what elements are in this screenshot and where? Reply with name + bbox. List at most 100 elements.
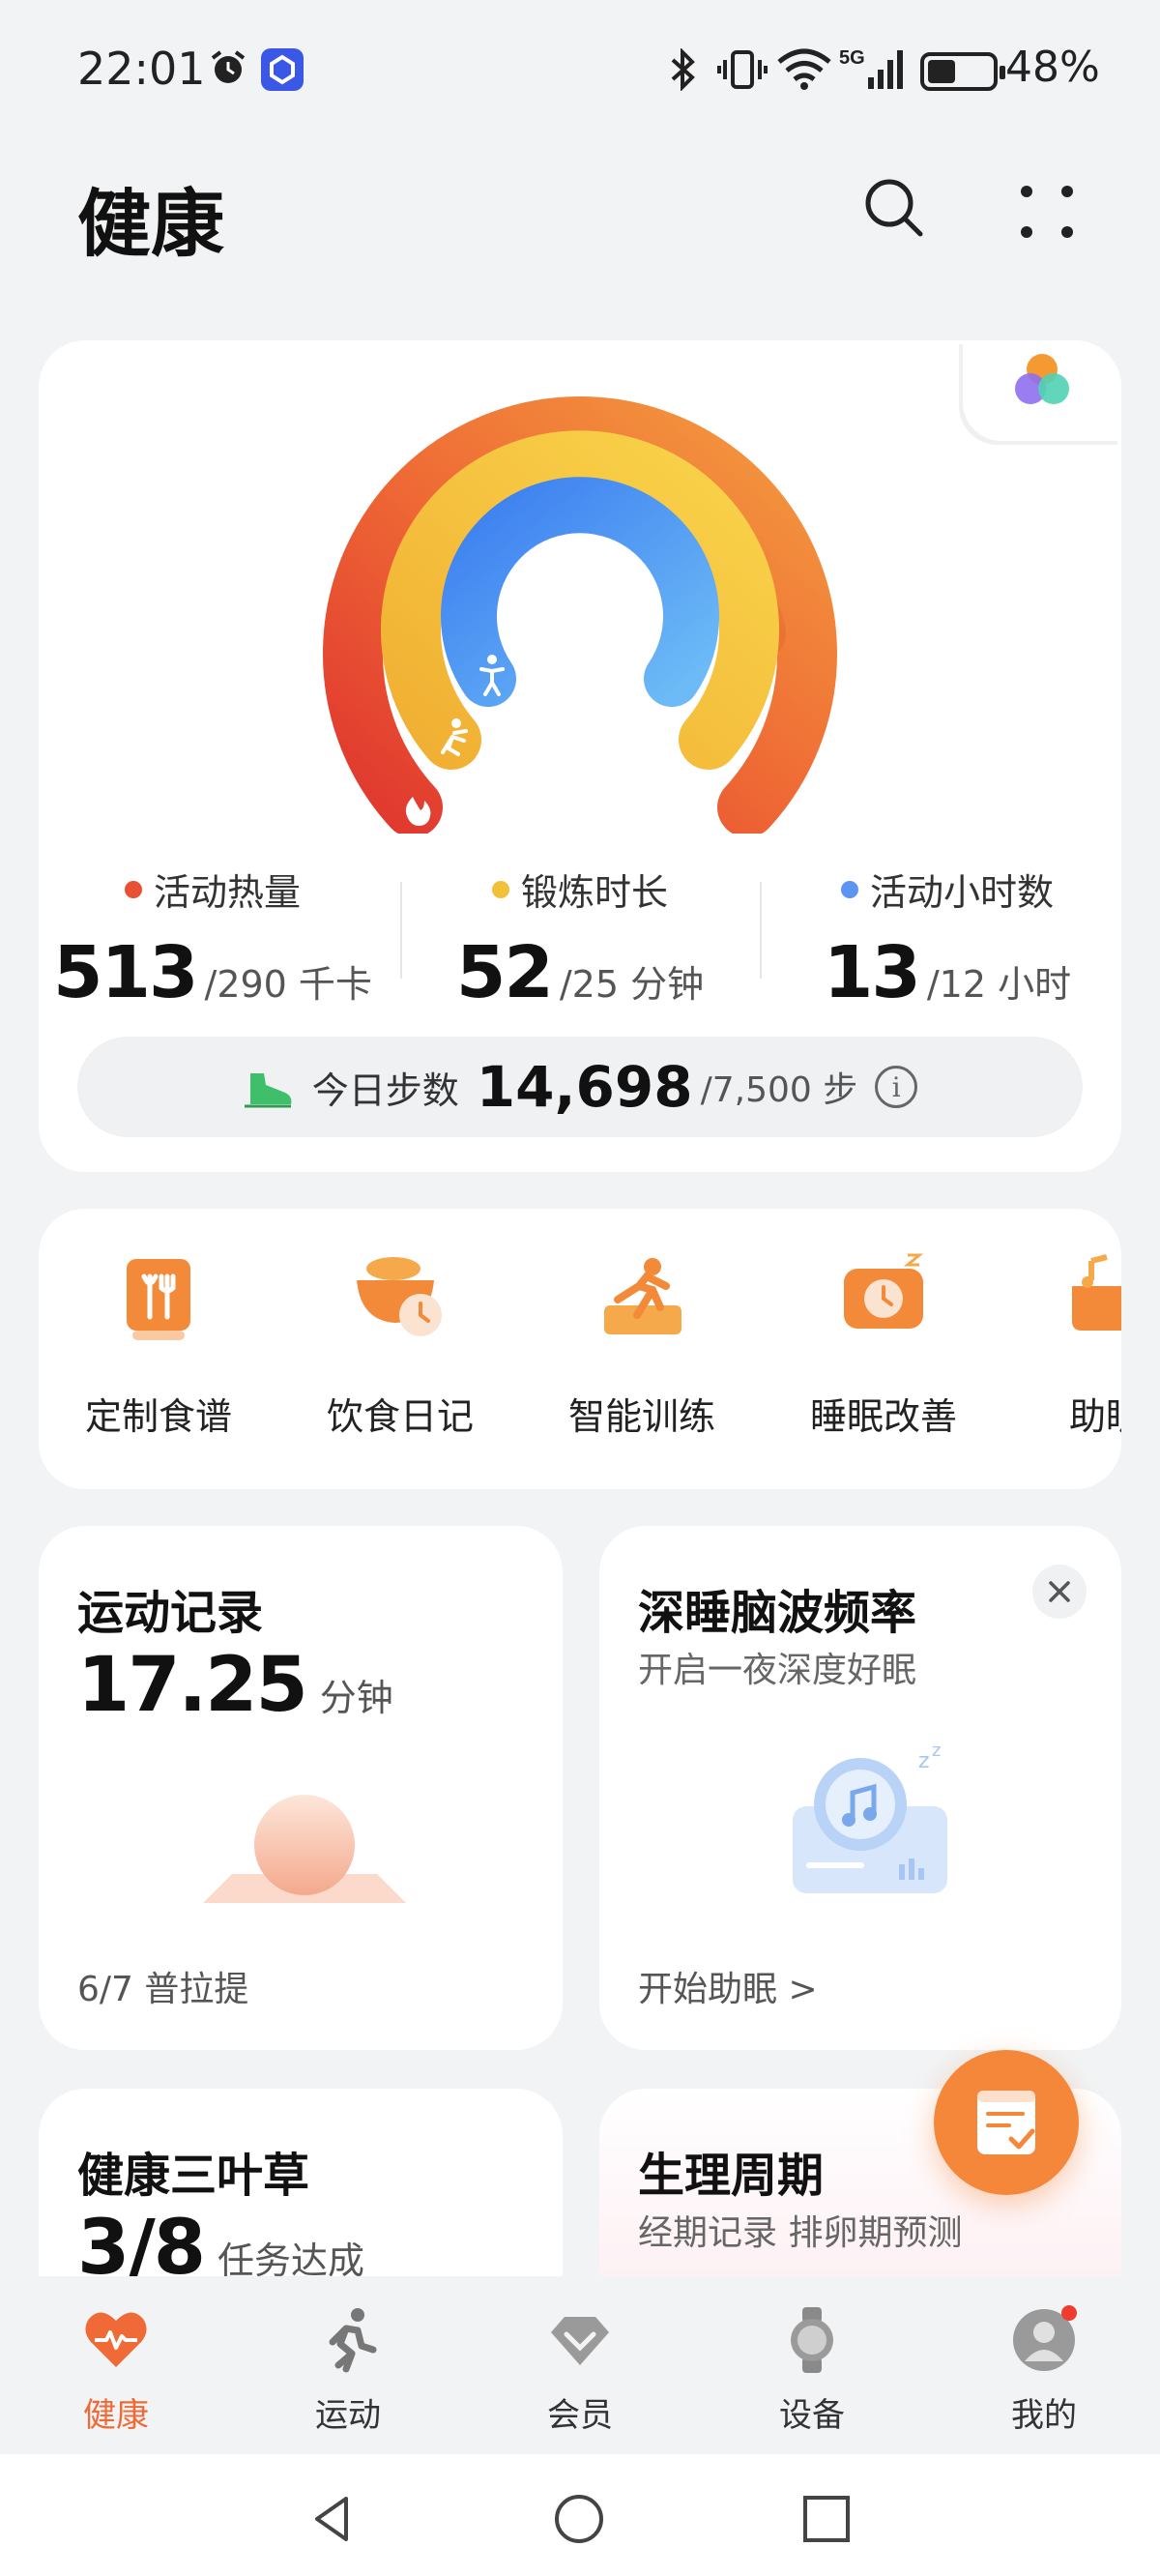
three-leaf-icon bbox=[1015, 354, 1069, 404]
nav-exercise[interactable]: 运动 bbox=[271, 2305, 425, 2436]
exercise-unit: 分钟 bbox=[319, 1677, 393, 1719]
watch-icon bbox=[791, 2307, 833, 2373]
app-notification-icon bbox=[261, 48, 304, 91]
shortcuts-card: 定制食谱 饮食日记 智能训练 睡眠改善 助眠 bbox=[39, 1209, 1121, 1489]
nav-label: 设备 bbox=[779, 2396, 845, 2435]
divider bbox=[400, 882, 402, 979]
metric-target: /290 千卡 bbox=[204, 963, 372, 1006]
divider bbox=[760, 882, 762, 979]
signal-icon: 5G bbox=[839, 47, 903, 89]
steps-value: 14,698 bbox=[476, 1054, 693, 1120]
steps-target: /7,500 步 bbox=[700, 1070, 858, 1110]
tile-title: 生理周期 bbox=[638, 2149, 825, 2203]
metric-exercise: 锻炼时长 52 /25 分钟 bbox=[406, 863, 754, 1014]
bluetooth-icon bbox=[671, 48, 695, 91]
close-icon bbox=[1049, 1581, 1070, 1602]
shortcut-sleep-improve[interactable]: 睡眠改善 bbox=[777, 1247, 990, 1440]
tile-title: 健康三叶草 bbox=[77, 2149, 310, 2203]
home-icon[interactable] bbox=[553, 2493, 605, 2545]
checklist-icon bbox=[977, 2091, 1035, 2154]
exercise-footer: 6/7 普拉提 bbox=[77, 1970, 249, 2009]
shortcut-custom-recipe[interactable]: 定制食谱 bbox=[52, 1247, 265, 1440]
start-sleep-aid-link[interactable]: 开始助眠 > bbox=[638, 1961, 818, 2011]
runner-icon bbox=[329, 2308, 377, 2373]
exercise-record-tile[interactable]: 运动记录 17.25 分钟 6/7 普拉提 bbox=[39, 1526, 563, 2050]
health-clover-tile[interactable]: 健康三叶草 3/8 任务达成 bbox=[39, 2089, 563, 2276]
training-icon bbox=[604, 1258, 682, 1334]
metric-target: /12 小时 bbox=[926, 963, 1072, 1006]
exercise-minutes: 17.25 bbox=[77, 1642, 308, 1729]
shortcut-smart-training[interactable]: 智能训练 bbox=[536, 1247, 748, 1440]
system-navigation-bar bbox=[0, 2454, 1160, 2576]
metric-label: 锻炼时长 bbox=[520, 871, 668, 914]
vibrate-icon bbox=[717, 50, 768, 89]
avatar-icon bbox=[1013, 2305, 1077, 2371]
more-icon[interactable] bbox=[1013, 178, 1081, 246]
recents-icon[interactable] bbox=[800, 2493, 853, 2545]
metric-value: 13 bbox=[823, 931, 921, 1014]
diet-diary-icon bbox=[357, 1257, 442, 1336]
heart-icon bbox=[85, 2312, 147, 2367]
sleep-aid-icon bbox=[1072, 1254, 1121, 1331]
calorie-dot bbox=[124, 880, 142, 898]
exercise-dot bbox=[491, 880, 509, 898]
nav-membership[interactable]: 会员 bbox=[503, 2305, 657, 2436]
clover-unit: 任务达成 bbox=[218, 2239, 365, 2276]
metric-label: 活动热量 bbox=[153, 871, 301, 914]
back-icon[interactable] bbox=[307, 2493, 360, 2545]
alarm-icon bbox=[211, 50, 246, 83]
ring-style-button[interactable] bbox=[963, 340, 1121, 441]
shortcut-label: 睡眠改善 bbox=[809, 1395, 957, 1438]
nav-health[interactable]: 健康 bbox=[39, 2305, 193, 2436]
nav-label: 健康 bbox=[83, 2396, 149, 2435]
metric-calories: 活动热量 513 /290 千卡 bbox=[39, 863, 387, 1014]
shortcut-label: 智能训练 bbox=[567, 1395, 715, 1438]
brainwave-tile[interactable]: 深睡脑波频率 开启一夜深度好眠 z z 开始助眠 > bbox=[599, 1526, 1121, 2050]
status-bar: 22:01 5G 48% bbox=[0, 0, 1160, 135]
wifi-icon bbox=[777, 48, 831, 90]
shortcut-label: 饮食日记 bbox=[326, 1395, 474, 1438]
pilates-ball-icon bbox=[203, 1795, 406, 1903]
nav-devices[interactable]: 设备 bbox=[735, 2305, 889, 2436]
steps-label: 今日步数 bbox=[311, 1068, 459, 1112]
tile-subtitle: 经期记录 排卵期预测 bbox=[638, 2213, 963, 2253]
diamond-icon bbox=[551, 2317, 609, 2365]
tile-subtitle: 开启一夜深度好眠 bbox=[638, 1651, 917, 1690]
steps-bar[interactable]: 今日步数 14,698 /7,500 步 i bbox=[77, 1037, 1083, 1137]
info-icon[interactable]: i bbox=[875, 1066, 918, 1108]
active-hours-dot bbox=[840, 880, 858, 898]
close-button[interactable] bbox=[1032, 1565, 1087, 1619]
metric-target: /25 分钟 bbox=[559, 963, 705, 1006]
clover-progress: 3/8 bbox=[77, 2205, 206, 2276]
shortcut-label: 定制食谱 bbox=[84, 1395, 232, 1438]
svg-text:z: z bbox=[918, 1749, 930, 1773]
metric-value: 513 bbox=[53, 931, 198, 1014]
ring-metrics: 活动热量 513 /290 千卡 锻炼时长 52 /25 分钟 活动小时数 13… bbox=[39, 863, 1121, 1014]
shortcut-label: 助眠 bbox=[1068, 1395, 1121, 1438]
record-fab-button[interactable] bbox=[934, 2050, 1079, 2195]
battery-percent: 48% bbox=[1005, 43, 1100, 92]
bottom-nav: 健康 运动 会员 设备 我的 bbox=[0, 2276, 1160, 2454]
tile-title: 运动记录 bbox=[77, 1586, 264, 1640]
shortcut-sleep-aid[interactable]: 助眠 bbox=[1000, 1247, 1121, 1440]
nav-label: 运动 bbox=[315, 2396, 381, 2435]
sleep-improve-icon bbox=[844, 1253, 924, 1329]
status-time: 22:01 bbox=[77, 43, 206, 95]
svg-text:5G: 5G bbox=[839, 47, 865, 69]
metric-active-hours: 活动小时数 13 /12 小时 bbox=[773, 863, 1121, 1014]
activity-rings bbox=[323, 395, 837, 834]
battery-icon bbox=[920, 52, 1005, 91]
metric-label: 活动小时数 bbox=[869, 871, 1054, 914]
metric-value: 52 bbox=[455, 931, 554, 1014]
nav-me[interactable]: 我的 bbox=[967, 2305, 1121, 2436]
music-sleep-icon: z z bbox=[793, 1741, 947, 1893]
svg-text:z: z bbox=[932, 1741, 941, 1761]
activity-rings-card[interactable]: 活动热量 513 /290 千卡 锻炼时长 52 /25 分钟 活动小时数 13… bbox=[39, 340, 1121, 1172]
shortcut-diet-diary[interactable]: 饮食日记 bbox=[294, 1247, 507, 1440]
search-icon[interactable] bbox=[860, 174, 928, 242]
nav-label: 我的 bbox=[1011, 2396, 1077, 2435]
nav-label: 会员 bbox=[547, 2396, 613, 2435]
tile-title: 深睡脑波频率 bbox=[638, 1586, 917, 1640]
recipe-icon bbox=[127, 1259, 190, 1340]
shoe-icon bbox=[244, 1073, 292, 1108]
